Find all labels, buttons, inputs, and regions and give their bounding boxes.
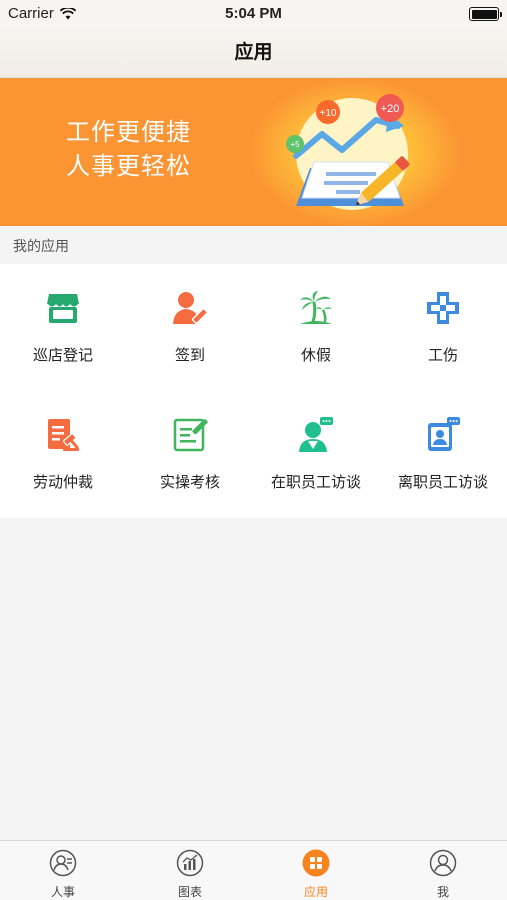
page-title: 应用: [234, 42, 273, 63]
app-label: 工伤: [427, 347, 458, 364]
store-icon: [47, 294, 79, 323]
banner-slogan: 工作更便捷 人事更轻松: [66, 116, 191, 184]
tab-me[interactable]: 我: [380, 841, 506, 900]
banner-badge-labels: +5 +10 +20: [290, 103, 400, 149]
status-time: 5:04 PM: [225, 5, 282, 22]
banner-line-1: 工作更便捷: [66, 119, 191, 146]
battery-icon: [469, 7, 502, 21]
app-current-staff-interview[interactable]: 在职员工访谈: [253, 391, 379, 517]
nav-bar: 应用: [0, 28, 507, 78]
employee-chat-icon: [299, 417, 333, 452]
app-label: 签到: [174, 347, 205, 364]
promo-banner[interactable]: 工作更便捷 人事更轻松 +5 +10 +20: [0, 78, 507, 226]
app-label: 休假: [300, 347, 331, 364]
apps-grid-icon: [302, 849, 330, 877]
app-patrol-register[interactable]: 巡店登记: [0, 264, 126, 390]
tab-label: 图表: [177, 885, 202, 899]
sign-in-person-icon: [173, 292, 208, 325]
edit-document-icon: [173, 418, 208, 452]
medical-cross-icon: [427, 292, 459, 324]
app-leave[interactable]: 休假: [253, 264, 379, 390]
app-sign-in[interactable]: 签到: [127, 264, 253, 390]
user-profile-icon: [429, 849, 457, 877]
tab-hr[interactable]: 人事: [0, 841, 126, 900]
app-practical-assessment[interactable]: 实操考核: [127, 391, 253, 517]
badge-chat-icon: [428, 417, 460, 451]
badge-plus-20: +20: [381, 103, 400, 115]
tab-charts[interactable]: 图表: [127, 841, 253, 900]
app-labor-arbitration[interactable]: 劳动仲裁: [0, 391, 126, 517]
tab-label: 我: [436, 885, 449, 899]
banner-line-2: 人事更轻松: [66, 153, 191, 180]
chart-icon: [176, 849, 204, 877]
app-label: 在职员工访谈: [270, 474, 361, 491]
app-work-injury[interactable]: 工伤: [380, 264, 506, 390]
app-label: 巡店登记: [32, 347, 93, 364]
section-title: 我的应用: [13, 238, 69, 254]
palm-tree-icon: [300, 291, 332, 324]
my-apps-header: 我的应用: [0, 226, 507, 264]
badge-plus-10: +10: [320, 108, 337, 119]
tab-apps[interactable]: 应用: [253, 841, 379, 900]
tab-bar: 人事 图表 应用 我: [0, 840, 507, 900]
status-bar: Carrier 5:04 PM: [0, 0, 507, 28]
app-label: 实操考核: [159, 474, 220, 491]
app-label: 劳动仲裁: [32, 474, 93, 491]
app-label: 离职员工访谈: [397, 474, 488, 491]
app-departed-staff-interview[interactable]: 离职员工访谈: [380, 391, 506, 517]
tab-label: 应用: [303, 885, 328, 899]
badge-plus-5: +5: [290, 140, 300, 149]
arbitration-document-icon: [48, 419, 79, 451]
tab-label: 人事: [50, 885, 75, 899]
person-icon: [49, 849, 77, 877]
apps-grid: 巡店登记 签到 休假 工伤 劳动仲裁 实操考核 在职员工访谈 离职员工访谈: [0, 264, 507, 518]
